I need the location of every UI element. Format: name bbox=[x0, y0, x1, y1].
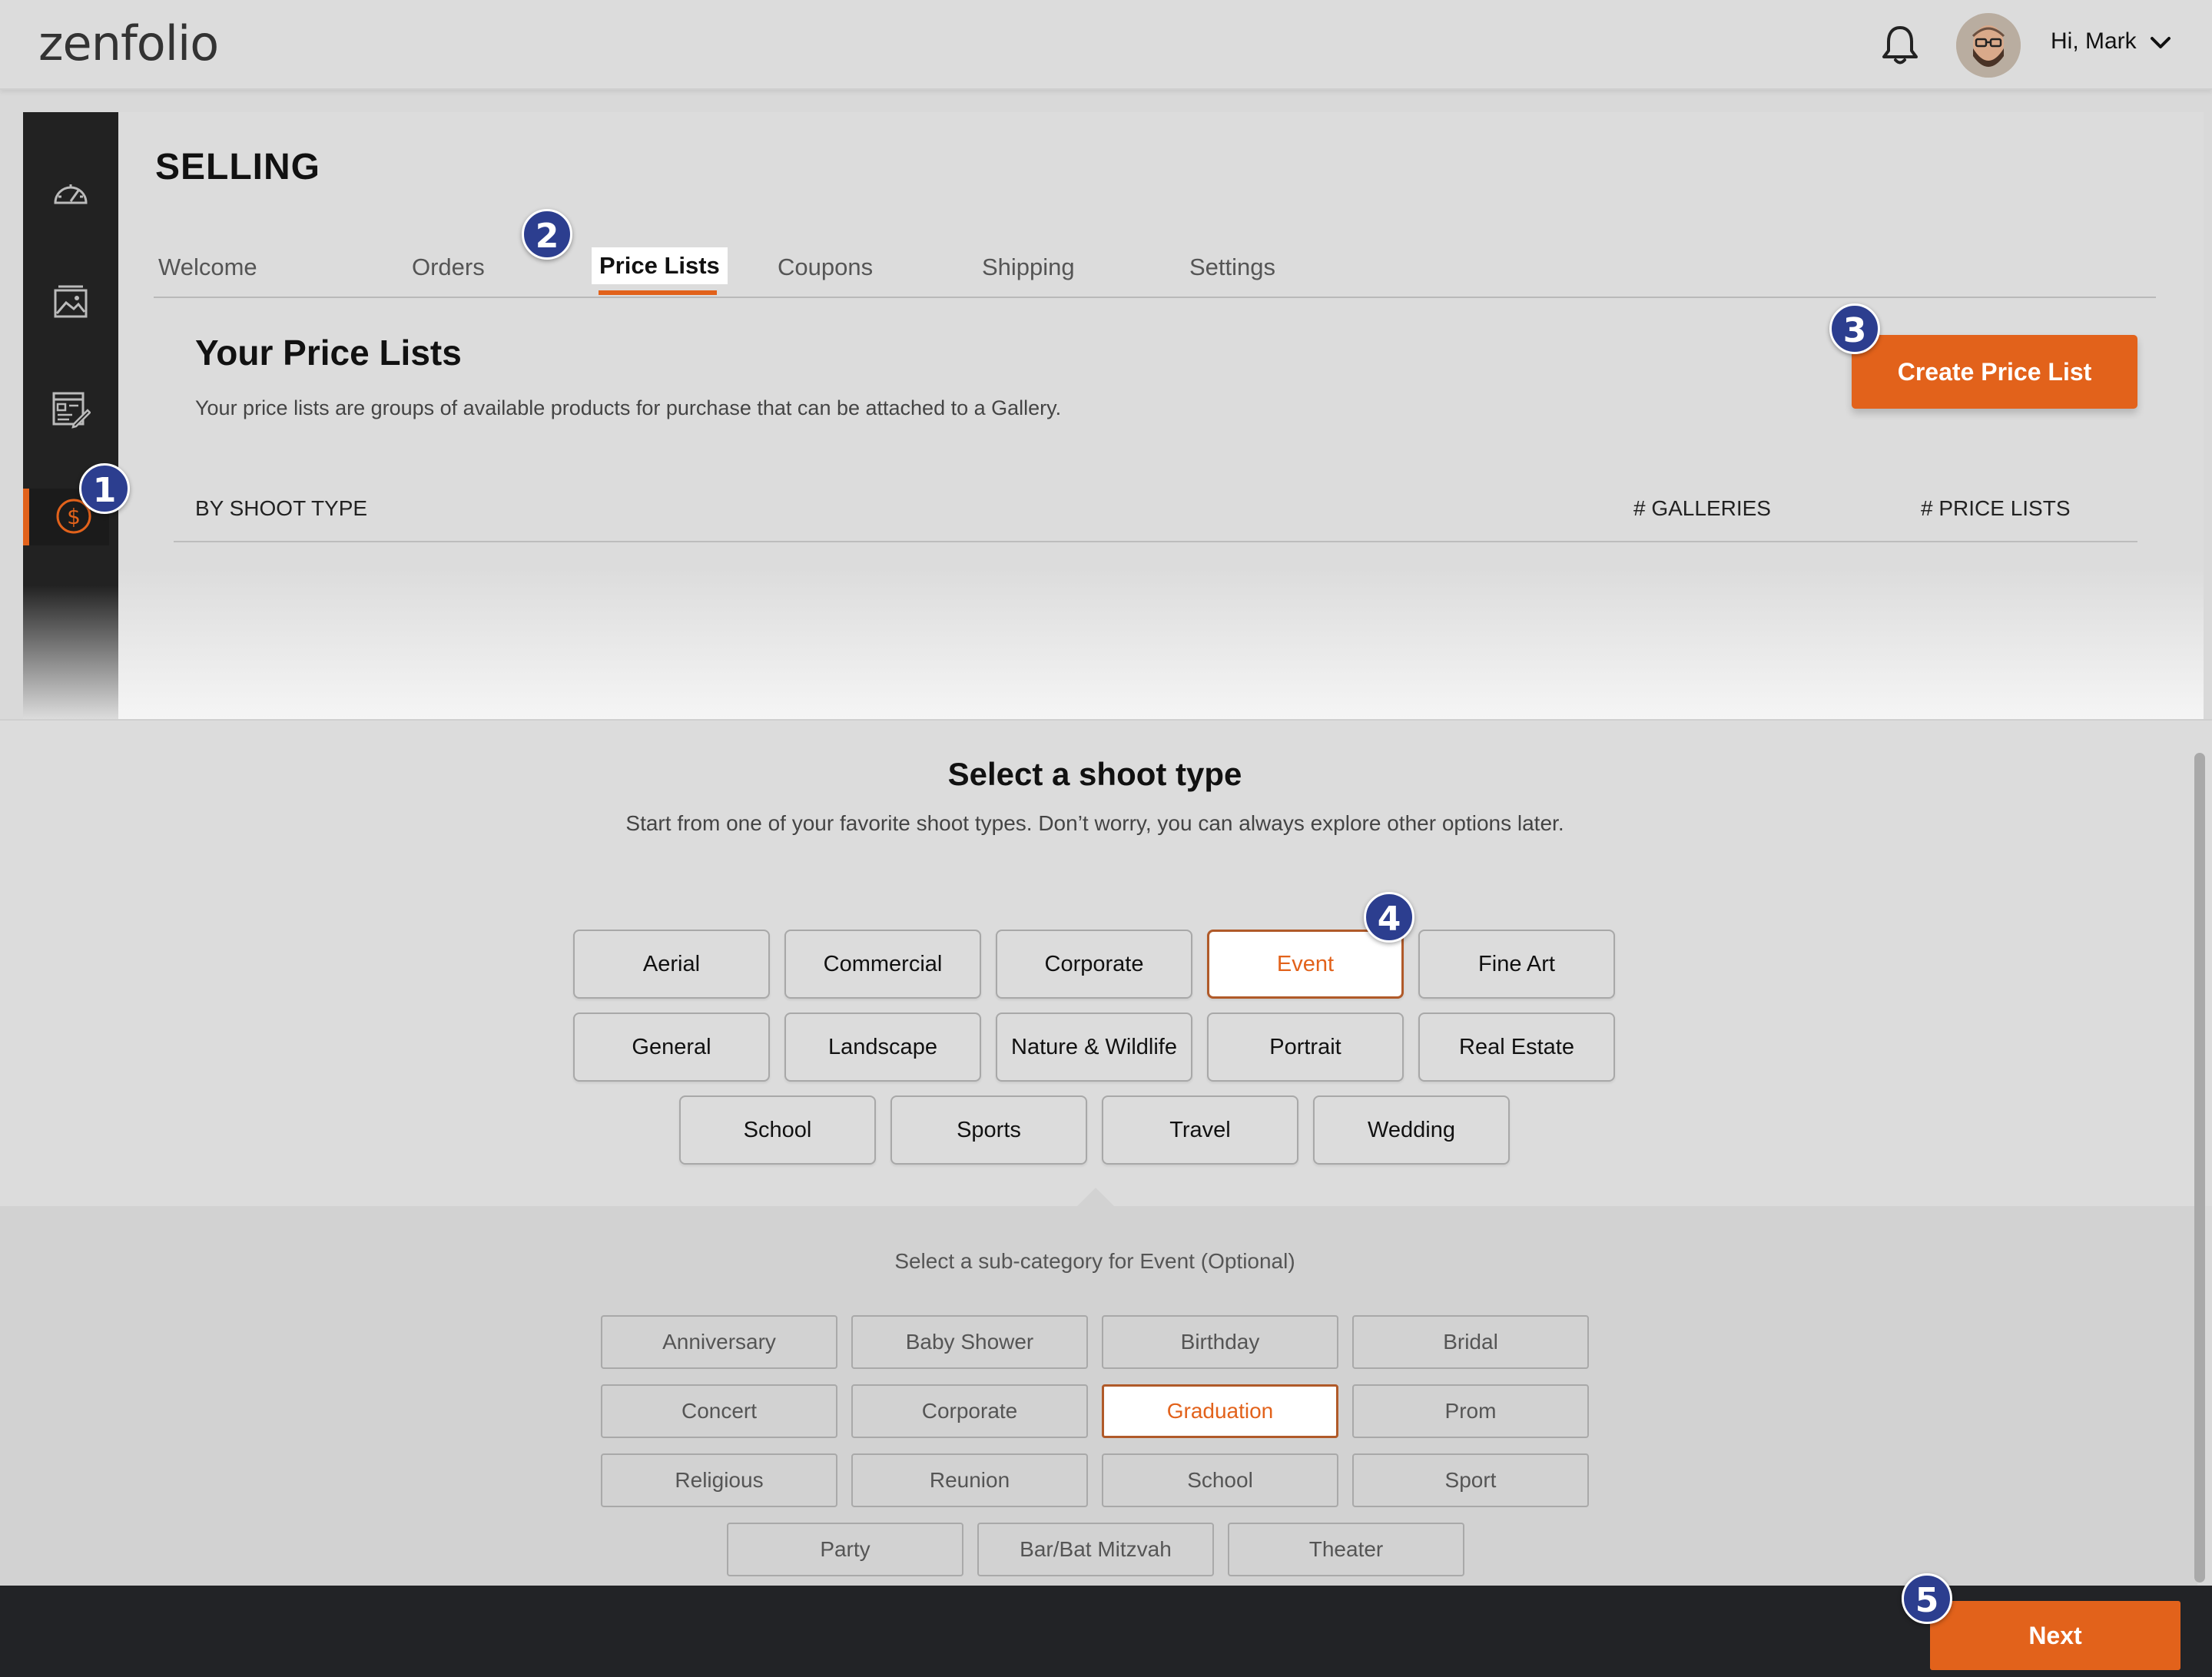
selection-pointer bbox=[1076, 1188, 1116, 1208]
shoot-type-event[interactable]: Event bbox=[1207, 930, 1404, 999]
bell-icon[interactable] bbox=[1879, 23, 1921, 66]
tab-shipping[interactable]: Shipping bbox=[982, 254, 1075, 281]
sub-category-section: Select a sub-category for Event (Optiona… bbox=[0, 1206, 2197, 1586]
footer-bar: Next bbox=[0, 1586, 2212, 1677]
create-price-list-button[interactable]: Create Price List bbox=[1852, 335, 2137, 409]
shoot-type-wedding[interactable]: Wedding bbox=[1313, 1095, 1510, 1165]
tab-settings[interactable]: Settings bbox=[1189, 254, 1275, 281]
shoot-type-nature-wildlife[interactable]: Nature & Wildlife bbox=[996, 1012, 1192, 1082]
shoot-type-aerial[interactable]: Aerial bbox=[573, 930, 770, 999]
tab-orders[interactable]: Orders bbox=[412, 254, 485, 281]
tab-price-lists[interactable]: Price Lists bbox=[592, 247, 728, 284]
user-greeting[interactable]: Hi, Mark bbox=[2051, 28, 2137, 55]
section-title: Your Price Lists bbox=[195, 333, 462, 373]
shoot-type-portrait[interactable]: Portrait bbox=[1207, 1012, 1404, 1082]
top-header: zenfolio Hi, Mark bbox=[0, 0, 2212, 90]
shoot-type-title: Select a shoot type bbox=[947, 756, 1242, 792]
shoot-type-landscape[interactable]: Landscape bbox=[784, 1012, 981, 1082]
sub-category-bar-bat-mitzvah[interactable]: Bar/Bat Mitzvah bbox=[977, 1523, 1214, 1576]
shoot-type-sports[interactable]: Sports bbox=[890, 1095, 1087, 1165]
website-edit-icon[interactable] bbox=[51, 390, 91, 429]
next-button[interactable]: Next bbox=[1930, 1601, 2180, 1670]
shoot-type-subtitle: Start from one of your favorite shoot ty… bbox=[625, 811, 1564, 835]
sub-category-reunion[interactable]: Reunion bbox=[851, 1453, 1088, 1507]
sub-category-graduation[interactable]: Graduation bbox=[1102, 1384, 1338, 1438]
page-title: SELLING bbox=[155, 147, 321, 187]
sub-category-sport[interactable]: Sport bbox=[1352, 1453, 1589, 1507]
shoot-type-corporate[interactable]: Corporate bbox=[996, 930, 1192, 999]
zenfolio-logo[interactable]: zenfolio bbox=[38, 15, 219, 71]
sub-category-prom[interactable]: Prom bbox=[1352, 1384, 1589, 1438]
shoot-type-school[interactable]: School bbox=[679, 1095, 876, 1165]
table-header-divider bbox=[174, 541, 2137, 542]
dashboard-gauge-icon[interactable] bbox=[51, 174, 91, 212]
sub-category-baby-shower[interactable]: Baby Shower bbox=[851, 1315, 1088, 1369]
sub-category-concert[interactable]: Concert bbox=[601, 1384, 837, 1438]
sub-category-party[interactable]: Party bbox=[727, 1523, 963, 1576]
sub-category-corporate[interactable]: Corporate bbox=[851, 1384, 1088, 1438]
sub-category-religious[interactable]: Religious bbox=[601, 1453, 837, 1507]
sub-category-birthday[interactable]: Birthday bbox=[1102, 1315, 1338, 1369]
shoot-type-travel[interactable]: Travel bbox=[1102, 1095, 1298, 1165]
callout-badge-4: 4 bbox=[1364, 892, 1414, 943]
tab-coupons[interactable]: Coupons bbox=[778, 254, 873, 281]
sub-category-school[interactable]: School bbox=[1102, 1453, 1338, 1507]
column-header-shoot-type[interactable]: BY SHOOT TYPE bbox=[195, 496, 367, 521]
gallery-image-icon[interactable] bbox=[51, 283, 91, 321]
shoot-type-general[interactable]: General bbox=[573, 1012, 770, 1082]
callout-badge-3: 3 bbox=[1829, 303, 1880, 354]
left-sidebar: $ bbox=[23, 112, 118, 719]
shoot-type-fine-art[interactable]: Fine Art bbox=[1418, 930, 1615, 999]
sub-category-anniversary[interactable]: Anniversary bbox=[601, 1315, 837, 1369]
shoot-type-real-estate[interactable]: Real Estate bbox=[1418, 1012, 1615, 1082]
tab-welcome[interactable]: Welcome bbox=[158, 254, 257, 281]
selling-tabs: Welcome Orders Price Lists Coupons Shipp… bbox=[154, 244, 2156, 298]
callout-badge-1: 1 bbox=[79, 463, 130, 514]
sub-category-theater[interactable]: Theater bbox=[1228, 1523, 1464, 1576]
chevron-down-icon[interactable] bbox=[2149, 34, 2172, 52]
sub-category-bridal[interactable]: Bridal bbox=[1352, 1315, 1589, 1369]
main-panel: SELLING Welcome Orders Price Lists Coupo… bbox=[118, 112, 2204, 719]
column-header-price-lists[interactable]: # PRICE LISTS bbox=[1921, 496, 2071, 521]
sub-category-title: Select a sub-category for Event (Optiona… bbox=[894, 1249, 1295, 1273]
active-tab-indicator bbox=[599, 290, 717, 295]
section-description: Your price lists are groups of available… bbox=[195, 396, 1062, 419]
shoot-type-commercial[interactable]: Commercial bbox=[784, 930, 981, 999]
shoot-type-section: Select a shoot type Start from one of yo… bbox=[0, 719, 2212, 1206]
callout-badge-2: 2 bbox=[522, 209, 572, 260]
column-header-galleries[interactable]: # GALLERIES bbox=[1633, 496, 1771, 521]
modal-scrollbar[interactable] bbox=[2194, 753, 2205, 1583]
avatar[interactable] bbox=[1956, 13, 2021, 78]
svg-text:$: $ bbox=[67, 504, 81, 529]
callout-badge-5: 5 bbox=[1902, 1573, 1952, 1624]
